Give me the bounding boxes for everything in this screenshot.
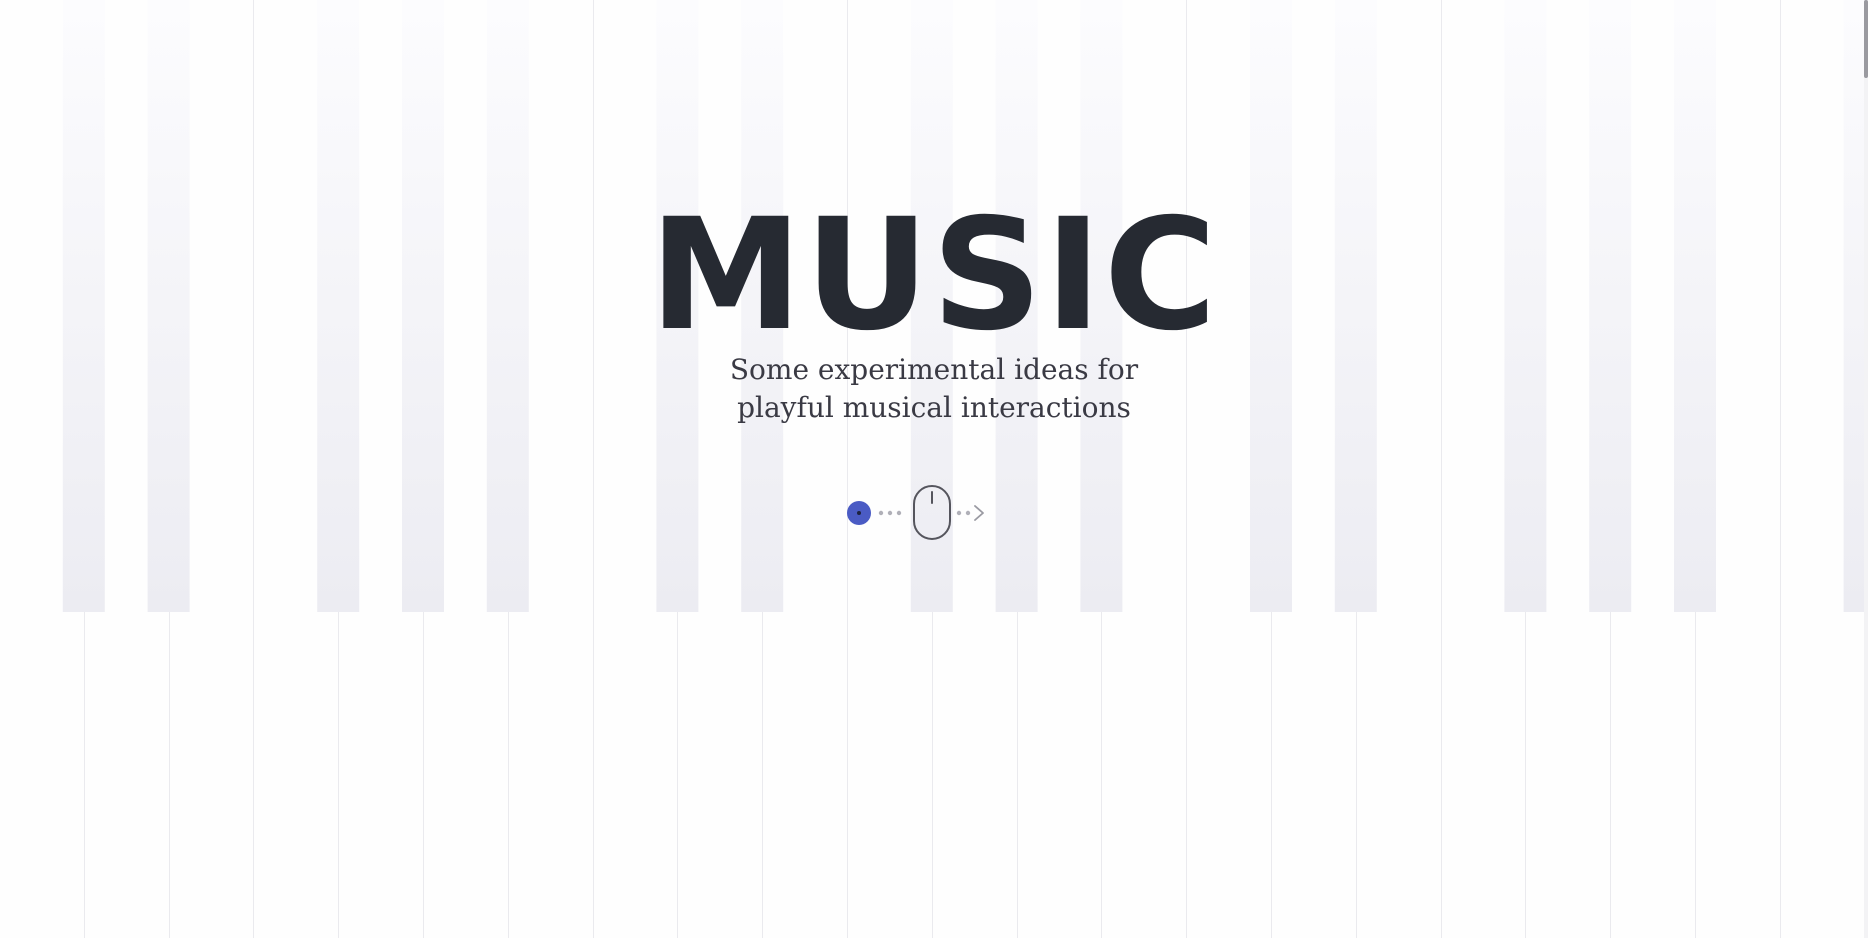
subtitle-line-1: Some experimental ideas for (729, 353, 1139, 386)
scrollbar-thumb[interactable] (1864, 0, 1868, 78)
page: MUSIC Some experimental ideas for playfu… (0, 0, 1868, 938)
hero-section: MUSIC Some experimental ideas for playfu… (0, 0, 1868, 938)
start-dot-icon[interactable] (847, 501, 871, 525)
scroll-hint (847, 485, 984, 540)
page-subtitle: Some experimental ideas for playful musi… (0, 351, 1868, 427)
dots-right (956, 510, 971, 516)
chevron-right-icon (974, 505, 984, 521)
mouse-icon (913, 485, 951, 540)
subtitle-line-2: playful musical interactions (737, 391, 1131, 424)
vertical-scrollbar[interactable] (1864, 0, 1868, 938)
dots-left (878, 510, 902, 516)
page-title: MUSIC (649, 186, 1219, 365)
